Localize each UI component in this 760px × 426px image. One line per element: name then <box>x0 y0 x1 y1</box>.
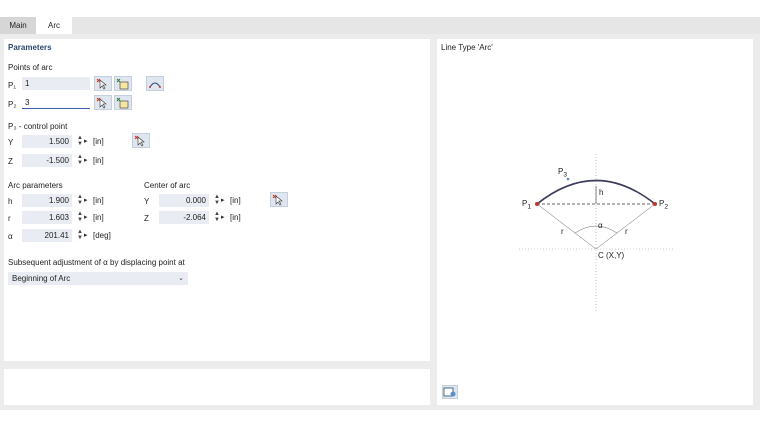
p3-z-unit: [in] <box>93 156 104 165</box>
pick-p1-button[interactable] <box>94 76 112 91</box>
p3-point <box>566 177 570 181</box>
center-y-unit: [in] <box>230 196 241 205</box>
center-y-label: Y <box>144 197 150 206</box>
p1-point <box>535 202 539 206</box>
p3-y-unit: [in] <box>93 137 104 146</box>
adjustment-selected: Beginning of Arc <box>12 274 71 283</box>
chevron-down-icon: ⌄ <box>178 275 184 282</box>
comment-panel <box>4 369 430 405</box>
h-label: h <box>8 197 13 206</box>
tab-main[interactable]: Main <box>0 17 36 34</box>
arc-diagram <box>519 154 673 311</box>
p2-sub: 2 <box>664 203 669 211</box>
p1-sub: 1 <box>527 203 532 211</box>
center-z-arrow[interactable]: ▸ <box>221 211 227 224</box>
r-unit: [in] <box>93 213 104 222</box>
arc-parameters-heading: Arc parameters <box>8 181 63 190</box>
adjustment-dropdown[interactable]: Beginning of Arc ⌄ <box>8 272 188 285</box>
pick-point-icon <box>272 194 283 205</box>
swap-icon <box>149 82 161 88</box>
p3-y-arrow[interactable]: ▸ <box>84 135 90 148</box>
points-of-arc-heading: Points of arc <box>8 63 53 72</box>
alpha-field[interactable]: 201.41 <box>22 229 72 242</box>
center-y-field[interactable]: 0.000 <box>159 194 209 207</box>
center-y-arrow[interactable]: ▸ <box>221 194 227 207</box>
parameters-title: Parameters <box>8 43 52 52</box>
center-z-unit: [in] <box>230 213 241 222</box>
adjustment-heading: Subsequent adjustment of α by displacing… <box>8 258 185 267</box>
diagram-center-label: C (X,Y) <box>598 251 625 260</box>
p3-sub: 3 <box>563 171 568 179</box>
h-arrow[interactable]: ▸ <box>84 194 90 207</box>
diagram-r-right-label: r <box>625 227 628 236</box>
r-arrow[interactable]: ▸ <box>84 211 90 224</box>
p3-y-label: Y <box>8 138 14 147</box>
select-node-icon <box>116 97 129 108</box>
alpha-unit: [deg] <box>93 231 111 240</box>
center-z-field[interactable]: -2.064 <box>159 211 209 224</box>
pick-point-icon <box>134 135 145 146</box>
r-field[interactable]: 1.603 <box>22 211 72 224</box>
pick-point-icon <box>96 78 107 89</box>
tab-strip: Main Arc <box>0 17 760 34</box>
tab-arc[interactable]: Arc <box>36 17 72 34</box>
diagram-p3-label: P3 <box>558 167 567 179</box>
select-p2-button[interactable] <box>114 95 132 110</box>
pick-center-button[interactable] <box>270 192 288 207</box>
h-field[interactable]: 1.900 <box>22 194 72 207</box>
diagram-p1-label: P1 <box>522 199 531 211</box>
p3-y-field[interactable]: 1.500 <box>22 135 72 148</box>
preview-options-button[interactable] <box>442 385 458 399</box>
select-node-icon <box>116 78 129 89</box>
r-label: r <box>8 214 11 223</box>
p2-label: P₂ <box>8 100 17 109</box>
settings-icon <box>443 387 456 397</box>
preview-panel: Line Type 'Arc' P1 P2 P3 h r r α C (X,Y) <box>437 39 753 405</box>
h-unit: [in] <box>93 196 104 205</box>
center-z-label: Z <box>144 214 149 223</box>
pick-point-icon <box>96 97 107 108</box>
p2-point <box>653 202 657 206</box>
p3-heading: P₃ - control point <box>8 122 68 131</box>
p1-label: P₁ <box>8 81 17 90</box>
p1-field[interactable]: 1 <box>22 77 90 90</box>
p2-field[interactable]: 3 <box>22 96 90 109</box>
dialog-body: Parameters Points of arc P₁ 1 P₂ 3 P₃ - … <box>0 34 760 410</box>
diagram-r-left-label: r <box>561 227 564 236</box>
pick-p2-button[interactable] <box>94 95 112 110</box>
alpha-label: α <box>8 232 13 241</box>
select-p1-button[interactable] <box>114 76 132 91</box>
diagram-p2-label: P2 <box>659 199 668 211</box>
parameters-panel: Parameters Points of arc P₁ 1 P₂ 3 P₃ - … <box>4 39 430 361</box>
p3-z-field[interactable]: -1.500 <box>22 154 72 167</box>
pick-p3-button[interactable] <box>132 133 150 148</box>
swap-points-button[interactable] <box>146 76 164 91</box>
top-bar <box>0 0 760 17</box>
center-of-arc-heading: Center of arc <box>144 181 191 190</box>
diagram-alpha-label: α <box>598 221 603 230</box>
diagram-h-label: h <box>599 188 604 197</box>
p3-z-arrow[interactable]: ▸ <box>84 154 90 167</box>
radius-left <box>536 203 597 250</box>
alpha-arrow[interactable]: ▸ <box>84 229 90 242</box>
p3-z-label: Z <box>8 157 13 166</box>
